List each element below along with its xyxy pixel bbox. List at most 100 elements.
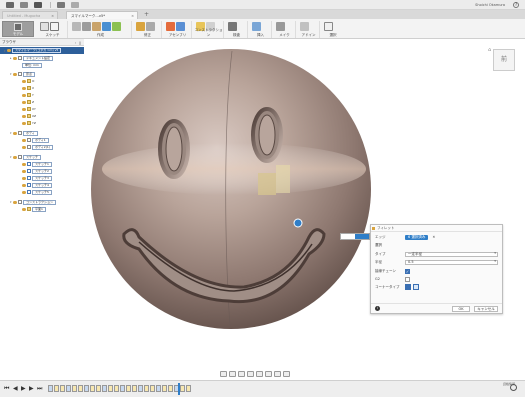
timeline-marker[interactable] [178,383,180,395]
pan-icon[interactable] [238,371,245,377]
timeline-feature[interactable] [186,385,191,392]
component-icon[interactable] [176,22,185,31]
visibility-icon[interactable] [22,100,26,104]
tree-item[interactable]: Y [22,92,34,98]
tree-item[interactable]: X [22,85,34,91]
3d-print-icon[interactable] [276,22,285,31]
corner-setback-button[interactable] [413,284,419,290]
grid-icon[interactable] [274,371,281,377]
tree-item[interactable]: ▸ ドキュメント設定 [10,55,54,61]
visibility-icon[interactable] [22,93,26,97]
extrude-icon[interactable] [72,22,81,31]
viewports-icon[interactable] [283,371,290,377]
help-icon[interactable]: ? [513,2,519,8]
info-icon[interactable]: i [375,306,380,311]
visibility-icon[interactable] [22,138,26,142]
model-canvas[interactable]: ⌂ 前 [84,39,525,380]
file-icon[interactable] [20,1,28,8]
save-icon[interactable] [34,1,42,8]
visibility-icon[interactable] [22,207,26,211]
app-grid-icon[interactable] [6,1,14,8]
make-group[interactable]: メイク [274,21,296,38]
insert-image-icon[interactable] [252,22,261,31]
timeline-feature[interactable] [162,385,167,392]
assemble-group[interactable]: アセンブリ [164,21,192,38]
select-icon[interactable] [324,22,333,31]
clear-selection-icon[interactable]: ✕ [432,235,435,239]
gear-icon[interactable] [510,384,517,391]
visibility-icon[interactable] [22,190,26,194]
visibility-icon[interactable] [22,114,26,118]
type-dropdown[interactable]: 一定半径 [405,251,498,257]
press-pull-icon[interactable] [146,22,155,31]
tree-item[interactable]: スケッチ4 [22,182,52,188]
tree-item[interactable]: スケッチ2 [22,168,52,174]
tree-item[interactable]: O [22,78,34,84]
tree-item[interactable]: ボディ1 [22,137,49,143]
addins-group[interactable]: アドイン [298,21,320,38]
timeline-feature[interactable] [120,385,125,392]
visibility-icon[interactable] [22,86,26,90]
timeline-feature[interactable] [72,385,77,392]
step-forward-icon[interactable]: ▶ [29,385,34,392]
radius-input-tag[interactable] [340,233,370,240]
visibility-icon[interactable] [13,155,17,159]
fillet-icon[interactable] [136,22,145,31]
tree-item[interactable]: 平面1 [22,206,46,212]
tree-item[interactable]: ▾ スケッチ [10,154,42,160]
sweep-icon[interactable] [92,22,101,31]
visibility-icon[interactable] [13,56,17,60]
visibility-icon[interactable] [22,121,26,125]
sphere-icon[interactable] [112,22,121,31]
insert-group[interactable]: 挿入 [250,21,272,38]
timeline-feature[interactable] [90,385,95,392]
visibility-icon[interactable] [22,176,26,180]
new-tab-icon[interactable]: + [144,11,149,18]
tree-root[interactable]: ▾ スマイルマーク(ゴタガ ≈m) v5 [0,47,84,54]
timeline-feature[interactable] [126,385,131,392]
tree-item[interactable]: XY [22,106,36,112]
visibility-icon[interactable] [22,145,26,149]
view-cube[interactable]: ⌂ 前 [488,48,515,71]
timeline-feature[interactable] [96,385,101,392]
joint-icon[interactable] [166,22,175,31]
sketch-group[interactable]: スケッチ [38,21,68,38]
home-icon[interactable]: ⌂ [488,48,491,53]
user-name[interactable]: Shoichi Okamura [475,3,505,7]
tab-smile-mark[interactable]: スマイルマーク…v5* × [66,11,138,19]
visibility-icon[interactable] [22,162,26,166]
create-group[interactable]: 作成 [70,21,132,38]
tree-item[interactable]: Z [22,99,34,105]
browser-controls[interactable]: ‹ ‖ [75,40,82,47]
select-group[interactable]: 選択 [322,21,344,38]
edges-select-button[interactable]: 6 選択済み [405,234,429,240]
timeline-feature[interactable] [84,385,89,392]
tree-item[interactable]: スケッチ3 [22,175,52,181]
timeline-feature[interactable] [48,385,53,392]
tree-item[interactable]: スケッチ5 [22,189,52,195]
visibility-icon[interactable] [22,79,26,83]
create-sketch-icon[interactable] [40,22,49,31]
timeline-feature[interactable] [180,385,185,392]
visibility-icon[interactable] [22,169,26,173]
timeline-track[interactable] [48,385,198,394]
step-back-icon[interactable]: ◀ [13,385,18,392]
workspace-switcher[interactable]: モデル [2,21,34,37]
zoom-icon[interactable] [247,371,254,377]
timeline-feature[interactable] [108,385,113,392]
timeline-feature[interactable] [132,385,137,392]
construct-group[interactable]: コンストラクション [194,21,224,38]
tangent-chain-checkbox[interactable]: ✓ [405,268,410,274]
visibility-icon[interactable] [13,200,17,204]
tree-item[interactable]: ▾ ボディ [10,130,38,136]
timeline-feature[interactable] [78,385,83,392]
inspect-group[interactable]: 検査 [226,21,248,38]
ok-button[interactable]: OK [452,306,470,312]
g2-checkbox[interactable] [405,276,410,282]
timeline-feature[interactable] [156,385,161,392]
timeline-feature[interactable] [60,385,65,392]
visibility-icon[interactable] [13,72,17,76]
timeline-feature[interactable] [168,385,173,392]
tab-untitled[interactable]: Untitled - Mugucha × [2,11,58,19]
tree-item[interactable]: ▾ コンストラクション [10,199,56,205]
